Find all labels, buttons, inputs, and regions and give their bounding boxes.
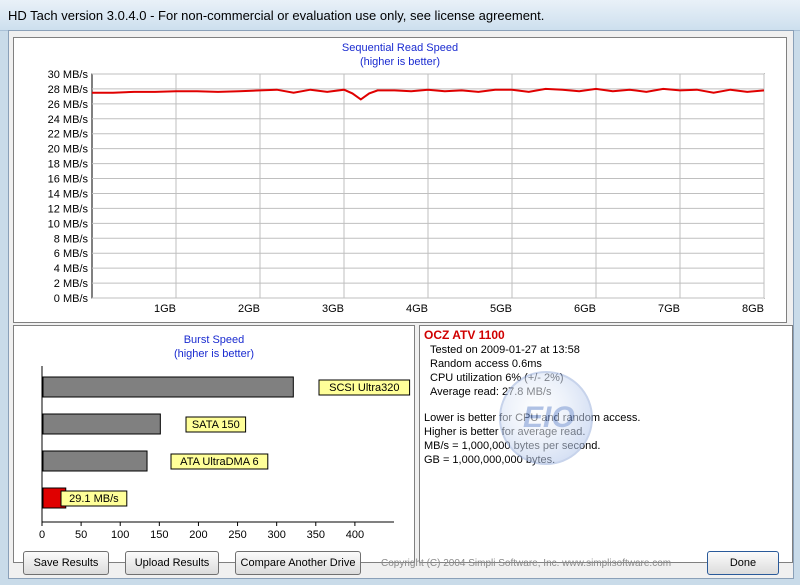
burst-speed-chart-panel: Burst Speed (higher is better) 0 50 100 150… <box>13 325 415 563</box>
x-tick-label: 350 <box>307 529 325 541</box>
window-title: HD Tach version 3.0.4.0 - For non-commer… <box>8 8 545 23</box>
bar-label: ATA UltraDMA 6 <box>180 456 258 468</box>
y-tick-label: 20 MB/s <box>48 144 89 156</box>
random-access-text: Random access 0.6ms <box>430 358 542 370</box>
done-button[interactable]: Done <box>707 551 779 575</box>
x-tick-label: 3GB <box>322 303 344 315</box>
y-tick-label: 8 MB/s <box>54 233 89 245</box>
y-tick-label: 6 MB/s <box>54 248 89 260</box>
y-tick-label: 28 MB/s <box>48 84 89 96</box>
bar-label: 29.1 MB/s <box>69 493 119 505</box>
x-tick-label: 6GB <box>574 303 596 315</box>
watermark-logo: EIO <box>499 371 593 465</box>
y-tick-label: 12 MB/s <box>48 203 89 215</box>
burst-chart-plot: 0 50 100 150 200 250 300 350 400 SCSI Ultra320 SAT… <box>39 366 411 541</box>
x-tick-label: 400 <box>346 529 364 541</box>
sequential-read-chart-panel: Sequential Read Speed (higher is better)… <box>13 37 787 323</box>
burst-bar <box>42 413 161 435</box>
burst-bar <box>42 450 148 472</box>
save-results-button[interactable]: Save Results <box>23 551 109 575</box>
copyright-text: Copyright (C) 2004 Simpli Software, Inc.… <box>381 558 672 569</box>
y-tick-label: 22 MB/s <box>48 129 89 141</box>
app-client-area: Sequential Read Speed (higher is better)… <box>8 30 794 579</box>
y-tick-label: 4 MB/s <box>54 263 89 275</box>
x-tick-label: 200 <box>189 529 207 541</box>
drive-info-panel: OCZ ATV 1100 Tested on 2009-01-27 at 13:… <box>419 325 793 563</box>
y-tick-label: 14 MB/s <box>48 188 89 200</box>
y-tick-label: 24 MB/s <box>48 114 89 126</box>
y-tick-label: 26 MB/s <box>48 99 89 111</box>
burst-bar <box>42 376 294 398</box>
title-bar[interactable]: HD Tach version 3.0.4.0 - For non-commer… <box>0 0 800 31</box>
y-tick-label: 2 MB/s <box>54 278 89 290</box>
bar-label: SCSI Ultra320 <box>329 382 399 394</box>
x-tick-label: 4GB <box>406 303 428 315</box>
compare-another-drive-button[interactable]: Compare Another Drive <box>235 551 361 575</box>
sequential-chart-plot: 30 MB/s 28 MB/s 26 MB/s 24 MB/s 22 MB/s 20 MB… <box>48 69 765 315</box>
y-tick-label: 0 MB/s <box>54 293 89 305</box>
y-tick-label: 10 MB/s <box>48 218 89 230</box>
drive-name: OCZ ATV 1100 <box>424 328 505 342</box>
bar-label: SATA 150 <box>192 419 240 431</box>
x-tick-label: 5GB <box>490 303 512 315</box>
x-tick-label: 7GB <box>658 303 680 315</box>
y-tick-label: 30 MB/s <box>48 69 89 81</box>
x-tick-label: 150 <box>150 529 168 541</box>
x-tick-label: 2GB <box>238 303 260 315</box>
x-tick-label: 300 <box>267 529 285 541</box>
x-tick-label: 100 <box>111 529 129 541</box>
x-tick-label: 250 <box>228 529 246 541</box>
x-tick-label: 50 <box>75 529 87 541</box>
watermark-logo-text: EIO <box>523 401 575 434</box>
x-tick-label: 1GB <box>154 303 176 315</box>
x-tick-label: 0 <box>39 529 45 541</box>
upload-results-button[interactable]: Upload Results <box>125 551 219 575</box>
x-tick-label: 8GB <box>742 303 764 315</box>
y-tick-label: 16 MB/s <box>48 174 89 186</box>
tested-on-text: Tested on 2009-01-27 at 13:58 <box>430 344 580 356</box>
y-tick-label: 18 MB/s <box>48 159 89 171</box>
